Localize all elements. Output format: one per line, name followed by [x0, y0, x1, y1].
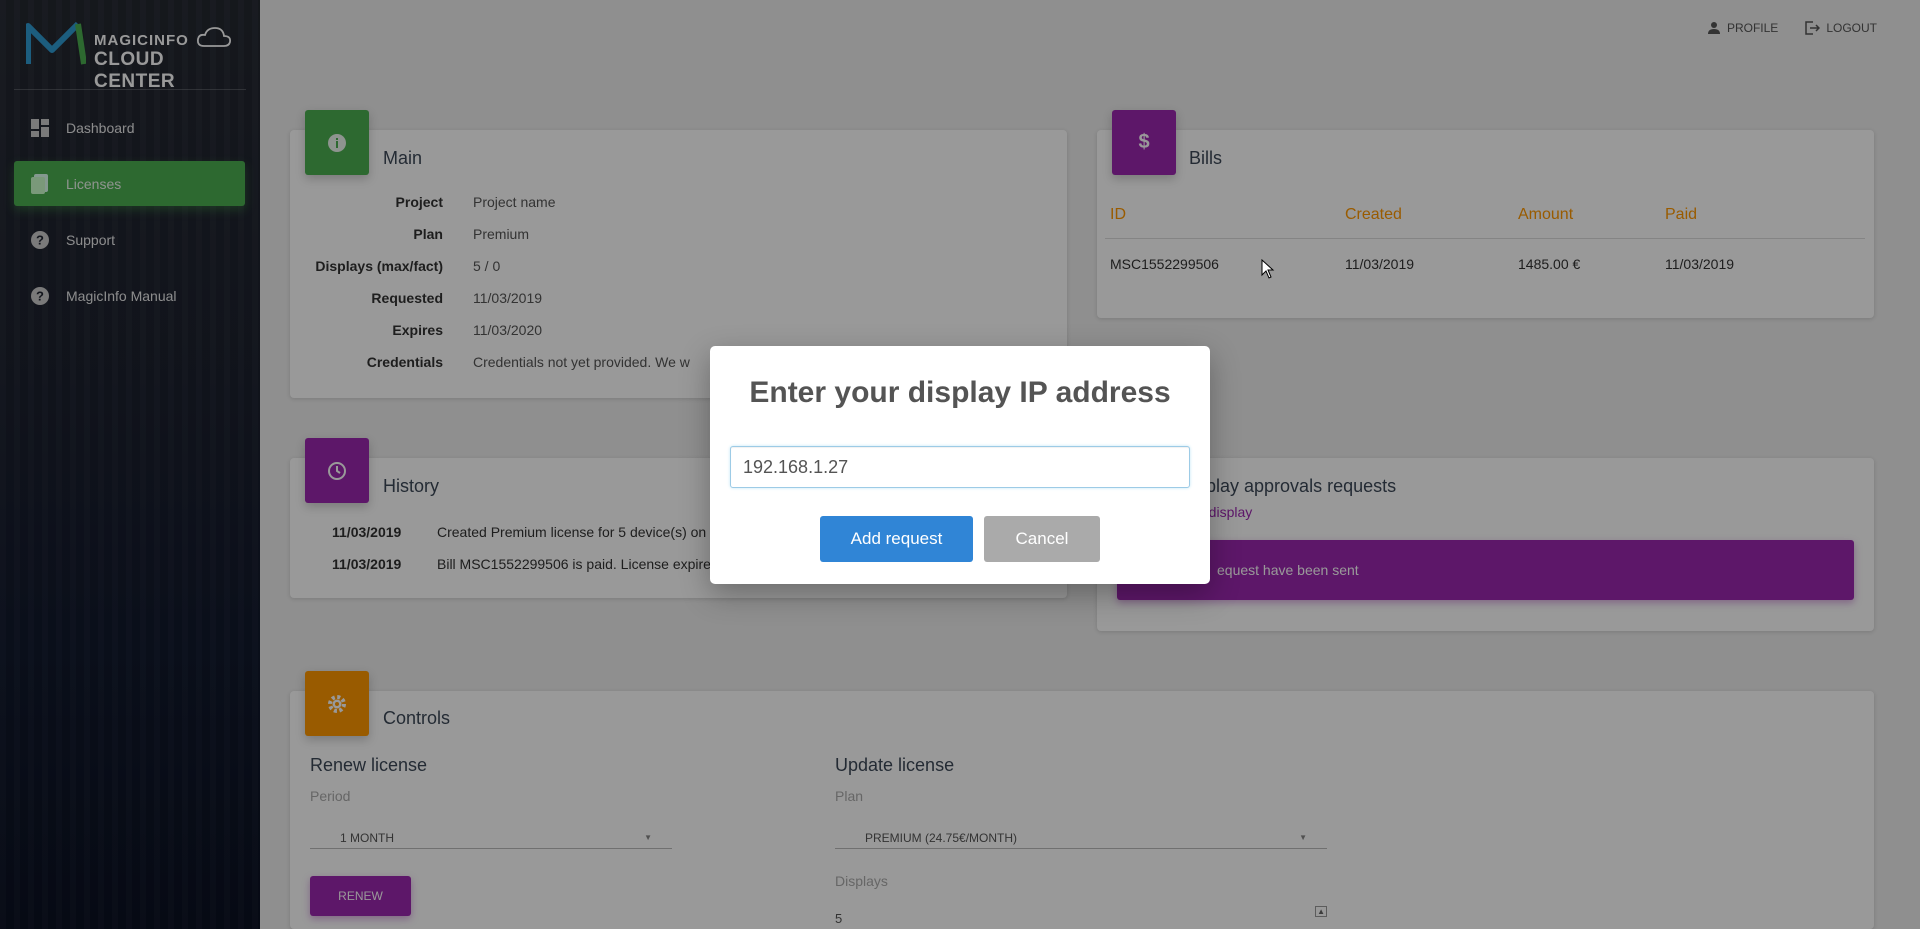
cancel-button[interactable]: Cancel — [984, 516, 1100, 562]
mouse-cursor-icon — [1261, 259, 1275, 279]
dialog-title: Enter your display IP address — [749, 376, 1171, 409]
ip-address-dialog: Enter your display IP address Add reques… — [710, 346, 1210, 584]
ip-address-input[interactable] — [730, 446, 1190, 488]
add-request-button[interactable]: Add request — [820, 516, 973, 562]
